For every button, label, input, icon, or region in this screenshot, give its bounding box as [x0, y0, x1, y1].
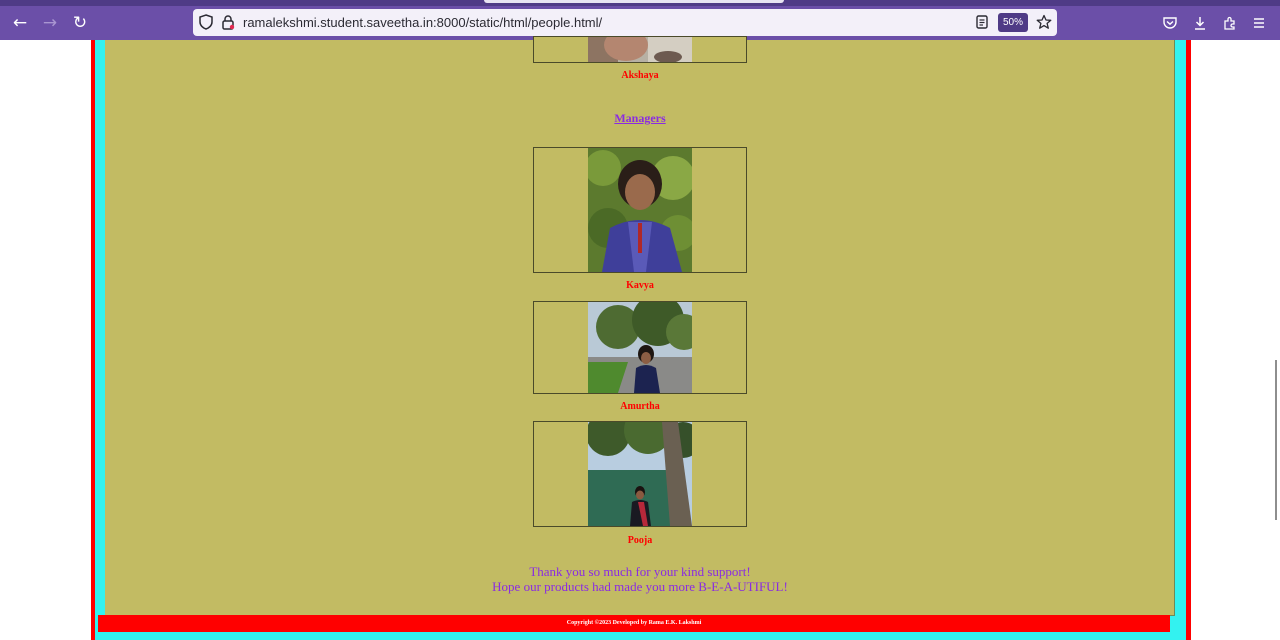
person-photo-pooja: [588, 422, 692, 526]
pocket-icon[interactable]: [1157, 10, 1183, 36]
download-icon[interactable]: [1187, 10, 1213, 36]
zoom-level-badge[interactable]: 50%: [998, 13, 1028, 32]
person-photo-akshaya: [588, 37, 692, 62]
address-bar[interactable]: ramalekshmi.student.saveetha.in:8000/sta…: [193, 9, 1057, 36]
photo-frame-pooja: [533, 421, 747, 527]
active-tab[interactable]: [484, 0, 784, 3]
thanks-line-2: Hope our products had made you more B-E-…: [492, 579, 788, 594]
person-name-akshaya: Akshaya: [621, 70, 659, 81]
url-text[interactable]: ramalekshmi.student.saveetha.in:8000/sta…: [243, 9, 602, 36]
extensions-icon[interactable]: [1217, 10, 1243, 36]
person-photo-kavya: [588, 148, 692, 272]
people-content: Akshaya Managers Kavya Amurtha Pooja Tha…: [105, 36, 1175, 616]
person-name-pooja: Pooja: [627, 535, 653, 546]
shield-icon[interactable]: [198, 14, 214, 30]
page-viewport: Akshaya Managers Kavya Amurtha Pooja Tha…: [0, 36, 1280, 640]
lock-icon[interactable]: [220, 14, 236, 30]
scrollbar-thumb[interactable]: [1275, 360, 1277, 520]
person-photo-amurtha: [588, 302, 692, 393]
person-name-kavya: Kavya: [626, 280, 654, 291]
menu-icon[interactable]: [1246, 10, 1272, 36]
reload-icon[interactable]: ↻: [67, 10, 93, 36]
page-border: Akshaya Managers Kavya Amurtha Pooja Tha…: [95, 36, 1186, 640]
reader-icon[interactable]: [974, 14, 990, 30]
back-icon[interactable]: ←: [7, 10, 33, 36]
person-name-amurtha: Amurtha: [620, 401, 660, 412]
thanks-line-1: Thank you so much for your kind support!: [529, 564, 751, 579]
photo-frame-akshaya: [533, 36, 747, 63]
browser-toolbar: ← → ↻ ramalekshmi.student.saveetha.in:80…: [0, 6, 1280, 40]
photo-frame-kavya: [533, 147, 747, 273]
page-footer: Copyright ©2023 Developed by Rama E.K. L…: [98, 615, 1170, 632]
page-outer-frame: Akshaya Managers Kavya Amurtha Pooja Tha…: [91, 36, 1191, 640]
thanks-message: Thank you so much for your kind support!…: [405, 564, 875, 594]
forward-icon[interactable]: →: [37, 10, 63, 36]
managers-heading[interactable]: Managers: [533, 111, 747, 126]
photo-frame-amurtha: [533, 301, 747, 394]
star-icon[interactable]: [1036, 14, 1052, 30]
